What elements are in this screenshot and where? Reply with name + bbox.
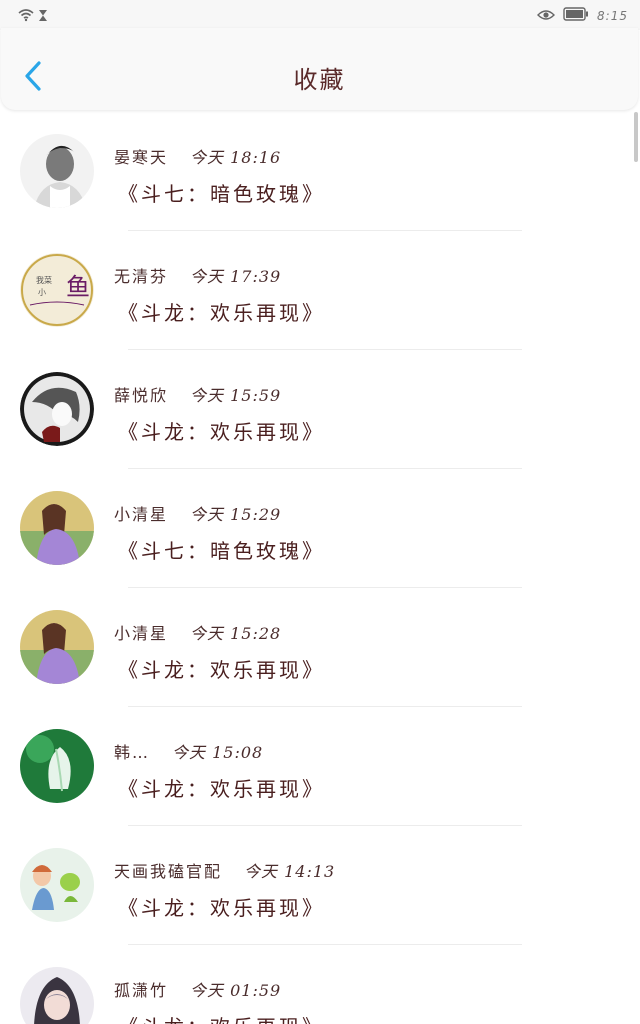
- item-title[interactable]: 《斗龙：欢乐再现》: [118, 297, 325, 326]
- item-time: 今天 01:59: [190, 981, 282, 1000]
- item-time: 今天 15:28: [190, 624, 282, 643]
- item-time: 今天 18:16: [190, 148, 282, 167]
- avatar-anime-bw[interactable]: [20, 372, 94, 446]
- item-title[interactable]: 《斗龙：欢乐再现》: [118, 416, 325, 445]
- item-meta: 韩… 今天 15:08: [114, 739, 263, 763]
- item-author: 小清星: [114, 624, 169, 643]
- item-time: 今天 17:39: [190, 267, 282, 286]
- list-item[interactable]: 薛悦欣 今天 15:59 《斗龙：欢乐再现》: [0, 350, 640, 469]
- item-time: 今天 15:08: [172, 743, 264, 762]
- list-item[interactable]: 孤潇竹 今天 01:59 《斗龙：欢乐再现》: [0, 945, 640, 1024]
- item-time: 今天 15:59: [190, 386, 282, 405]
- status-time: 8:15: [597, 8, 628, 23]
- avatar-anime-hood[interactable]: [20, 967, 94, 1024]
- svg-text:我菜: 我菜: [36, 275, 52, 285]
- item-author: 晏寒天: [114, 148, 169, 167]
- scrollbar[interactable]: [634, 112, 638, 162]
- item-author: 无清芬: [114, 267, 169, 286]
- avatar-fish-calligraphy[interactable]: 鱼 我菜 小: [20, 253, 94, 327]
- item-meta: 薛悦欣 今天 15:59: [114, 382, 281, 406]
- wifi-icon: [18, 7, 34, 26]
- favorites-screen: 8:15 收藏 晏寒天 今天 18:16 《斗七：暗色玫瑰》 鱼 我菜 小 无清…: [0, 0, 640, 1024]
- item-meta: 天画我磕官配 今天 14:13: [114, 858, 335, 882]
- page-title: 收藏: [293, 66, 346, 94]
- svg-text:鱼: 鱼: [66, 273, 90, 301]
- avatar-portrait-man[interactable]: [20, 134, 94, 208]
- item-title[interactable]: 《斗龙：欢乐再现》: [118, 773, 325, 802]
- status-bar: 8:15: [0, 0, 640, 30]
- item-author: 孤潇竹: [114, 981, 169, 1000]
- list-item[interactable]: 小清星 今天 15:28 《斗龙：欢乐再现》: [0, 588, 640, 707]
- item-author: 小清星: [114, 505, 169, 524]
- svg-text:小: 小: [38, 288, 46, 297]
- item-author: 韩…: [114, 743, 151, 762]
- item-title[interactable]: 《斗龙：欢乐再现》: [118, 1011, 325, 1024]
- item-title[interactable]: 《斗龙：欢乐再现》: [118, 654, 325, 683]
- item-meta: 孤潇竹 今天 01:59: [114, 977, 281, 1001]
- list-item[interactable]: 鱼 我菜 小 无清芬 今天 17:39 《斗龙：欢乐再现》: [0, 231, 640, 350]
- list-item[interactable]: 晏寒天 今天 18:16 《斗七：暗色玫瑰》: [0, 112, 640, 231]
- item-title[interactable]: 《斗七：暗色玫瑰》: [118, 178, 325, 207]
- list-item[interactable]: 韩… 今天 15:08 《斗龙：欢乐再现》: [0, 707, 640, 826]
- avatar-anime-pair[interactable]: [20, 848, 94, 922]
- list-item[interactable]: 天画我磕官配 今天 14:13 《斗龙：欢乐再现》: [0, 826, 640, 945]
- item-time: 今天 15:29: [190, 505, 282, 524]
- item-author: 天画我磕官配: [114, 862, 223, 881]
- item-meta: 小清星 今天 15:28: [114, 620, 281, 644]
- item-title[interactable]: 《斗龙：欢乐再现》: [118, 892, 325, 921]
- item-meta: 晏寒天 今天 18:16: [114, 144, 281, 168]
- avatar-girl-purple[interactable]: [20, 491, 94, 565]
- item-time: 今天 14:13: [244, 862, 336, 881]
- item-meta: 小清星 今天 15:29: [114, 501, 281, 525]
- item-title[interactable]: 《斗七：暗色玫瑰》: [118, 535, 325, 564]
- eye-icon: [537, 6, 556, 25]
- battery-icon: [563, 6, 589, 25]
- item-author: 薛悦欣: [114, 386, 169, 405]
- favorites-list: 晏寒天 今天 18:16 《斗七：暗色玫瑰》 鱼 我菜 小 无清芬 今天 17:…: [0, 112, 640, 1024]
- list-item[interactable]: 小清星 今天 15:29 《斗七：暗色玫瑰》: [0, 469, 640, 588]
- hourglass-icon: [38, 7, 48, 26]
- avatar-green-flower[interactable]: [20, 729, 94, 803]
- item-meta: 无清芬 今天 17:39: [114, 263, 281, 287]
- avatar-girl-purple[interactable]: [20, 610, 94, 684]
- header-bar: 收藏: [1, 28, 638, 110]
